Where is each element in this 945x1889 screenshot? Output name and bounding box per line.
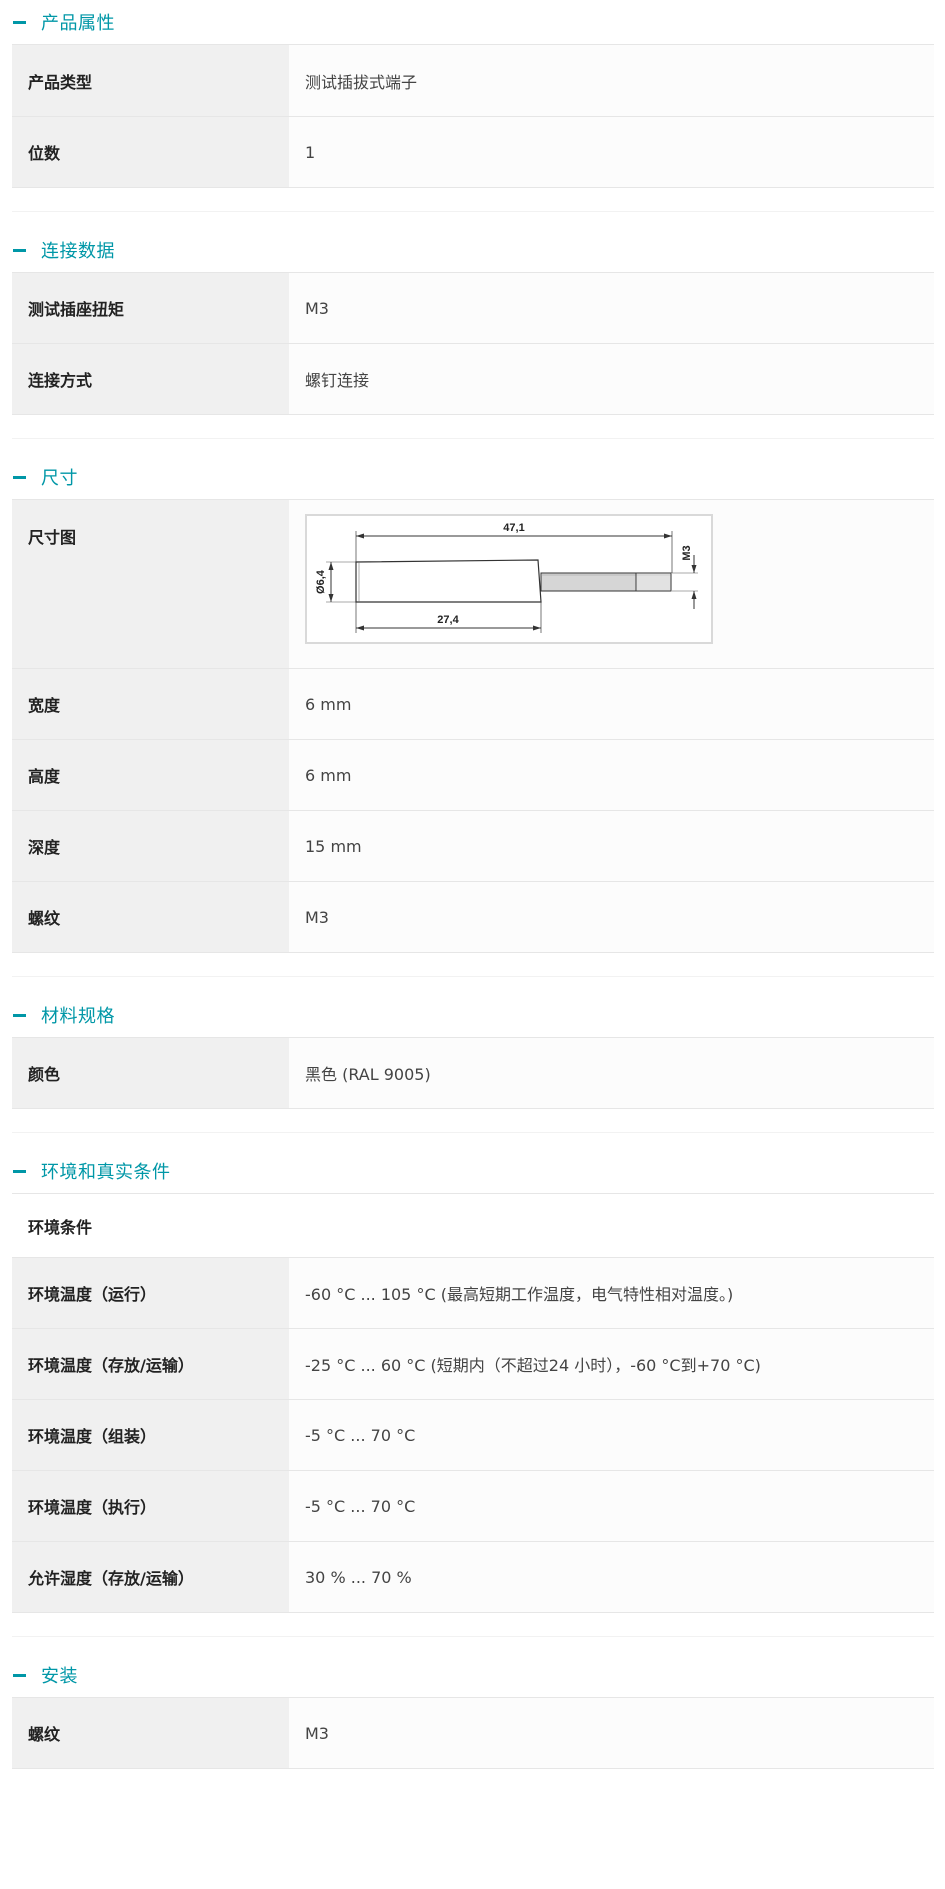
- minus-icon[interactable]: [12, 1008, 26, 1022]
- row-value: -25 °C ... 60 °C (短期内（不超过24 小时），-60 °C到+…: [289, 1328, 934, 1400]
- row-value: -5 °C ... 70 °C: [289, 1470, 934, 1542]
- table-row: 测试插座扭矩 M3: [12, 272, 934, 344]
- minus-icon[interactable]: [12, 15, 26, 29]
- section-divider: [12, 953, 934, 977]
- dimension-thread-label: M3: [681, 545, 693, 560]
- table-row: 尺寸图 47,1 27,4 Ø6,4 M3: [12, 499, 934, 669]
- table-row: 允许湿度（存放/运输） 30 % ... 70 %: [12, 1541, 934, 1613]
- section-title: 安装: [41, 1666, 78, 1687]
- section-header-product[interactable]: 产品属性: [12, 0, 934, 44]
- dimension-diameter-label: Ø6,4: [315, 569, 327, 594]
- row-label: 位数: [12, 116, 289, 188]
- table-row: 环境温度（存放/运输） -25 °C ... 60 °C (短期内（不超过24 …: [12, 1328, 934, 1400]
- product-properties-table: 产品类型 测试插拔式端子 位数 1: [12, 44, 934, 188]
- row-label: 颜色: [12, 1037, 289, 1109]
- table-row: 环境温度（运行） -60 °C ... 105 °C (最高短期工作温度，电气特…: [12, 1257, 934, 1329]
- minus-icon[interactable]: [12, 1668, 26, 1682]
- row-label: 测试插座扭矩: [12, 272, 289, 344]
- section-divider: [12, 1109, 934, 1133]
- section-header-dimensions[interactable]: 尺寸: [12, 455, 934, 499]
- table-row: 位数 1: [12, 116, 934, 188]
- row-label: 环境温度（执行）: [12, 1470, 289, 1542]
- spec-container: 产品属性 产品类型 测试插拔式端子 位数 1 连接数据 测试插座扭矩 M3 连接…: [12, 0, 934, 1769]
- table-row: 高度 6 mm: [12, 739, 934, 811]
- row-value: M3: [289, 881, 934, 953]
- row-value: 6 mm: [289, 739, 934, 811]
- section-title: 连接数据: [41, 241, 115, 262]
- row-value: 1: [289, 116, 934, 188]
- material-table: 颜色 黑色 (RAL 9005): [12, 1037, 934, 1109]
- minus-icon[interactable]: [12, 1164, 26, 1178]
- table-row: 环境温度（执行） -5 °C ... 70 °C: [12, 1470, 934, 1542]
- row-label: 环境温度（存放/运输）: [12, 1328, 289, 1400]
- row-label: 产品类型: [12, 44, 289, 117]
- row-value: -60 °C ... 105 °C (最高短期工作温度，电气特性相对温度。): [289, 1257, 934, 1329]
- row-label: 环境温度（组装）: [12, 1399, 289, 1471]
- section-header-connection[interactable]: 连接数据: [12, 228, 934, 272]
- section-header-installation[interactable]: 安装: [12, 1653, 934, 1697]
- table-row: 产品类型 测试插拔式端子: [12, 44, 934, 117]
- table-row: 颜色 黑色 (RAL 9005): [12, 1037, 934, 1109]
- row-value: 螺钉连接: [289, 343, 934, 415]
- product-spec-page: 产品属性 产品类型 测试插拔式端子 位数 1 连接数据 测试插座扭矩 M3 连接…: [0, 0, 945, 1889]
- minus-icon[interactable]: [12, 243, 26, 257]
- minus-icon[interactable]: [12, 470, 26, 484]
- row-label: 连接方式: [12, 343, 289, 415]
- row-value: 15 mm: [289, 810, 934, 882]
- section-title: 产品属性: [41, 13, 115, 34]
- row-label: 允许湿度（存放/运输）: [12, 1541, 289, 1613]
- row-value: 30 % ... 70 %: [289, 1541, 934, 1613]
- row-value: 测试插拔式端子: [289, 44, 934, 117]
- row-value: 黑色 (RAL 9005): [289, 1037, 934, 1109]
- row-value: M3: [289, 1697, 934, 1769]
- row-label: 环境温度（运行）: [12, 1257, 289, 1329]
- row-label: 螺纹: [12, 1697, 289, 1769]
- row-label: 螺纹: [12, 881, 289, 953]
- row-value: -5 °C ... 70 °C: [289, 1399, 934, 1471]
- section-header-material[interactable]: 材料规格: [12, 993, 934, 1037]
- section-title: 材料规格: [41, 1006, 115, 1027]
- environment-table: 环境条件 环境温度（运行） -60 °C ... 105 °C (最高短期工作温…: [12, 1193, 934, 1613]
- dimension-total-label: 47,1: [503, 522, 524, 534]
- table-row: 螺纹 M3: [12, 1697, 934, 1769]
- installation-table: 螺纹 M3: [12, 1697, 934, 1769]
- table-row: 环境温度（组装） -5 °C ... 70 °C: [12, 1399, 934, 1471]
- row-label: 尺寸图: [12, 499, 289, 669]
- dimensions-table: 尺寸图 47,1 27,4 Ø6,4 M3 宽度 6 mm 高度 6 mm 深度…: [12, 499, 934, 953]
- row-label: 宽度: [12, 668, 289, 740]
- section-title: 尺寸: [41, 468, 78, 489]
- connection-data-table: 测试插座扭矩 M3 连接方式 螺钉连接: [12, 272, 934, 415]
- section-divider: [12, 415, 934, 439]
- dimension-drawing: 47,1 27,4 Ø6,4 M3: [305, 514, 713, 644]
- section-divider: [12, 188, 934, 212]
- row-label: 深度: [12, 810, 289, 882]
- table-row: 深度 15 mm: [12, 810, 934, 882]
- section-header-environment[interactable]: 环境和真实条件: [12, 1149, 934, 1193]
- section-title: 环境和真实条件: [41, 1162, 171, 1183]
- row-value: M3: [289, 272, 934, 344]
- table-row: 连接方式 螺钉连接: [12, 343, 934, 415]
- table-subheading-row: 环境条件: [12, 1193, 934, 1258]
- row-label: 高度: [12, 739, 289, 811]
- dimension-body-label: 27,4: [437, 614, 459, 626]
- table-row: 螺纹 M3: [12, 881, 934, 953]
- subheading: 环境条件: [12, 1193, 934, 1258]
- row-value: 47,1 27,4 Ø6,4 M3: [289, 499, 934, 669]
- section-divider: [12, 1613, 934, 1637]
- row-value: 6 mm: [289, 668, 934, 740]
- table-row: 宽度 6 mm: [12, 668, 934, 740]
